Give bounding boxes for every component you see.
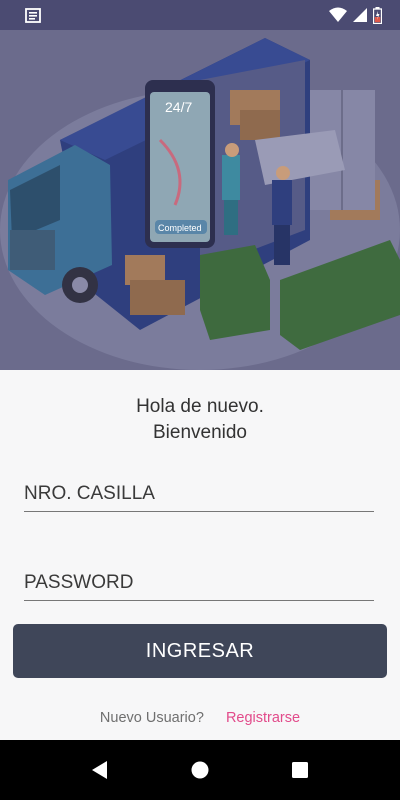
news-icon: [25, 8, 41, 23]
password-field-container: [24, 554, 374, 606]
welcome-line-2: Bienvenido: [152, 422, 248, 443]
signal-icon: [353, 8, 367, 22]
navigation-bar: [0, 740, 400, 800]
welcome-line-1: Hola de nuevo.: [136, 396, 264, 417]
username-input[interactable]: [24, 465, 374, 517]
battery-icon: [373, 6, 382, 24]
new-user-question: Nuevo Usuario?: [99, 710, 204, 726]
phone-label: 24/7: [165, 99, 192, 115]
login-button[interactable]: INGRESAR: [13, 624, 387, 678]
wifi-icon: [329, 7, 347, 22]
back-icon[interactable]: [90, 760, 110, 780]
status-bar: [0, 0, 400, 30]
phone-badge: Completed: [158, 223, 202, 233]
recents-icon[interactable]: [290, 760, 310, 780]
register-link[interactable]: Registrarse: [226, 710, 300, 726]
home-icon[interactable]: [190, 760, 210, 780]
signup-row: Nuevo Usuario? Registrarse: [0, 710, 400, 726]
username-field-container: [24, 465, 374, 517]
welcome-message: Hola de nuevo. Bienvenido: [0, 394, 400, 446]
password-input[interactable]: [24, 554, 374, 606]
delivery-truck-illustration: 24/7 Completed: [0, 30, 400, 370]
